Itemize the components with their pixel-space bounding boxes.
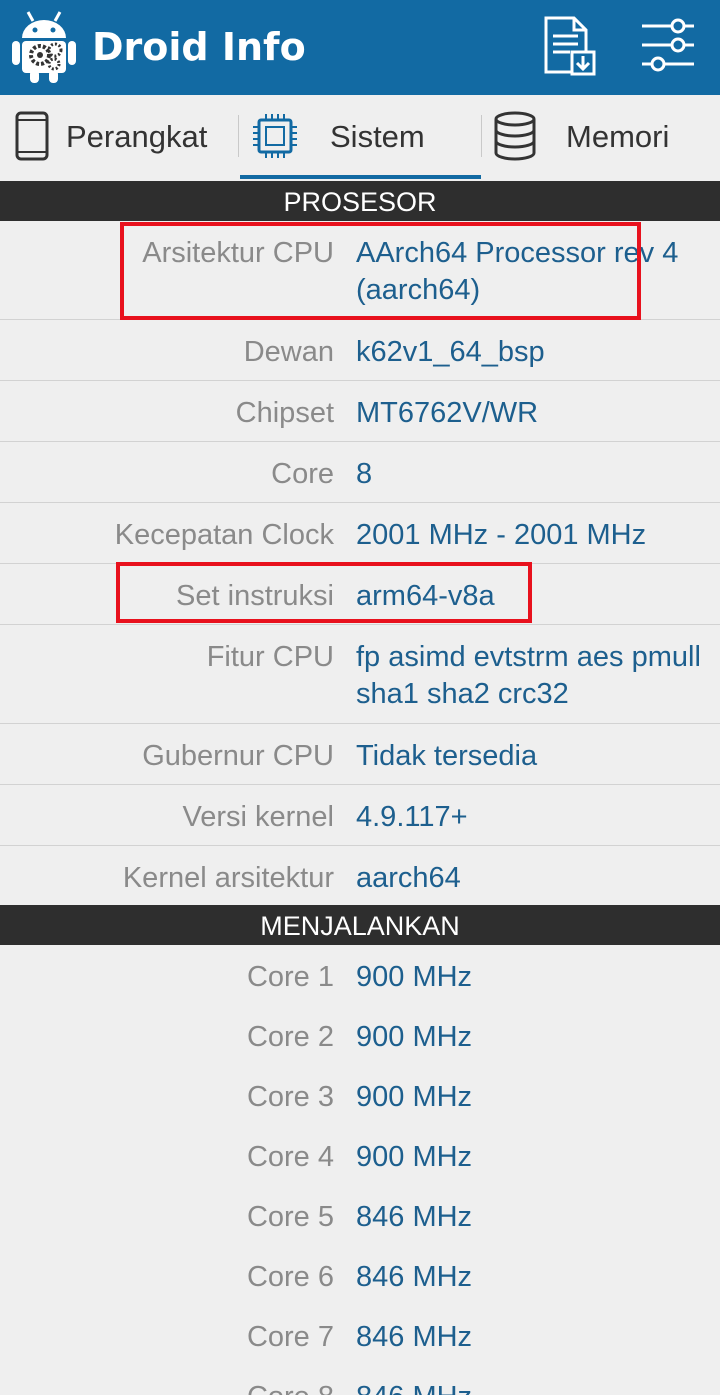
running-row-core-6: Core 6 846 MHz [0,1245,720,1305]
row-value: 900 MHz [356,961,473,993]
app-bar: Droid Info [0,0,720,95]
info-row-fitur-cpu: Fitur CPU fp asimd evtstrm aes pmull sha… [0,625,720,724]
row-label: Kecepatan Clock [114,519,334,551]
row-label: Core 1 [246,961,334,993]
database-icon [494,111,536,161]
export-report-icon[interactable] [536,14,596,76]
row-value: aarch64 [356,862,461,894]
row-value: 900 MHz [356,1141,473,1173]
running-row-core-1: Core 1 900 MHz [0,945,720,1005]
row-label: Core 2 [246,1021,334,1053]
running-row-core-7: Core 7 846 MHz [0,1305,720,1365]
info-row-versi-kernel: Versi kernel 4.9.117+ [0,785,720,846]
droid-info-logo-icon [12,11,76,83]
highlight-box-set-instruksi [116,562,532,623]
row-value: 846 MHz [356,1201,473,1233]
running-row-core-2: Core 2 900 MHz [0,1005,720,1065]
row-value: 846 MHz [356,1379,716,1395]
row-value: 900 MHz [356,1021,473,1053]
app-title: Droid Info [92,25,306,69]
tab-bar: Perangkat Sistem Memori [0,95,720,179]
row-value: 846 MHz [356,1321,473,1353]
row-label: Kernel arsitektur [122,862,334,894]
row-label: Core 3 [246,1081,334,1113]
row-label: Dewan [243,336,334,368]
tab-label: Sistem [330,119,425,154]
running-row-core-5: Core 5 846 MHz [0,1185,720,1245]
tab-sistem[interactable]: Sistem [240,95,481,179]
info-row-gubernur-cpu: Gubernur CPU Tidak tersedia [0,724,720,785]
row-value: 8 [356,458,373,490]
row-value: 846 MHz [356,1261,473,1293]
tab-label: Memori [566,119,670,154]
row-value: fp asimd evtstrm aes pmull sha1 sha2 crc… [356,641,701,710]
info-row-kecepatan-clock: Kecepatan Clock 2001 MHz - 2001 MHz [0,503,720,564]
info-row-chipset: Chipset MT6762V/WR [0,381,720,442]
row-value: 900 MHz [356,1081,473,1113]
tab-divider [238,115,239,157]
tab-memori[interactable]: Memori [482,95,720,179]
row-label: Chipset [235,397,334,429]
section-header-prosesor: PROSESOR [0,181,720,221]
row-label: Core 7 [246,1321,334,1353]
row-label: Core 4 [246,1141,334,1173]
phone-icon [15,111,49,161]
row-label: Gubernur CPU [142,740,334,772]
row-label: Core 5 [246,1201,334,1233]
row-label: Versi kernel [182,801,334,833]
row-value: k62v1_64_bsp [356,336,545,368]
running-row-core-4: Core 4 900 MHz [0,1125,720,1185]
row-value: MT6762V/WR [356,397,539,429]
running-row-core-3: Core 3 900 MHz [0,1065,720,1125]
row-label: Core [271,458,334,490]
settings-sliders-icon[interactable] [638,14,698,76]
row-label: Fitur CPU [206,641,334,673]
row-value: Tidak tersedia [356,740,538,772]
chip-icon [253,114,297,158]
info-row-core: Core 8 [0,442,720,503]
row-label: Core 6 [246,1261,334,1293]
row-value: 2001 MHz - 2001 MHz [356,519,647,551]
section-header-menjalankan: MENJALANKAN [0,905,720,945]
tab-perangkat[interactable]: Perangkat [0,95,238,179]
row-value: 4.9.117+ [356,801,468,833]
running-row-core-8: Core 8 846 MHz [0,1365,720,1395]
active-tab-indicator [240,175,481,179]
info-row-dewan: Dewan k62v1_64_bsp [0,320,720,381]
info-row-kernel-arsitektur: Kernel arsitektur aarch64 [0,846,720,905]
row-label: Core 8 [247,1379,334,1395]
tab-label: Perangkat [66,119,208,154]
highlight-box-arsitektur-cpu [120,222,641,320]
